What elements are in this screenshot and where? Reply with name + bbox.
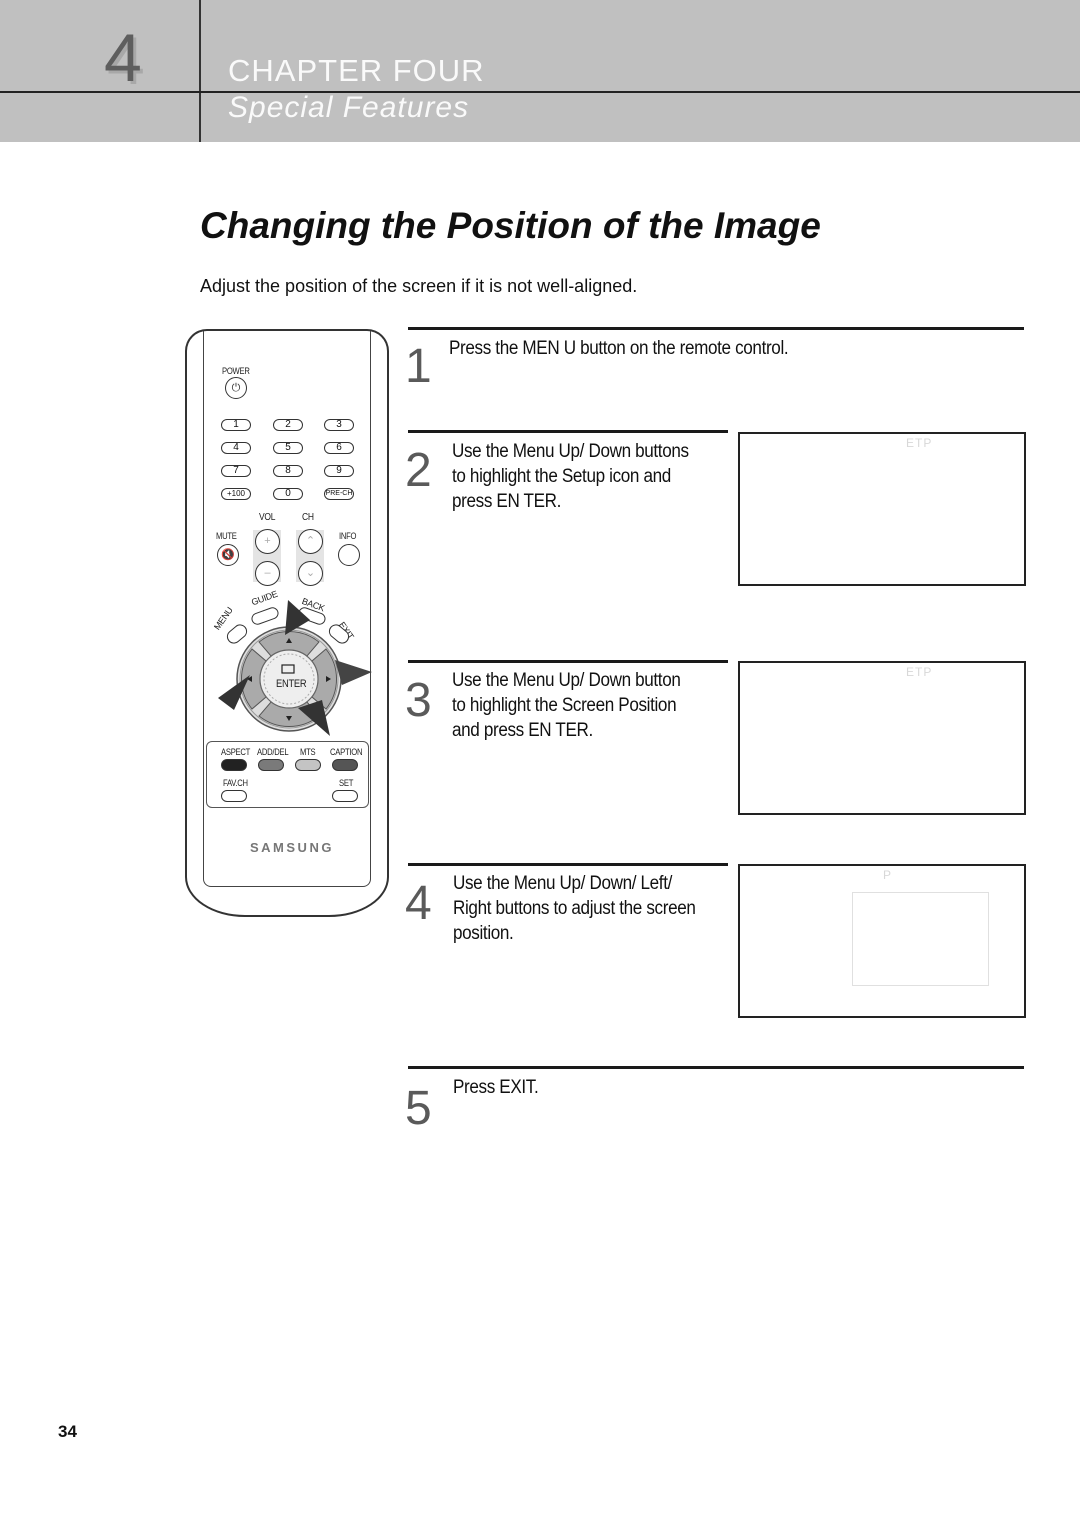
position-frame — [852, 892, 989, 986]
step-line: Right buttons to adjust the screen — [453, 898, 696, 919]
step-number: 4 — [405, 877, 432, 930]
step-line: to highlight the Setup icon and — [452, 466, 671, 487]
key-4: 4 — [221, 442, 251, 454]
step-line: Use the Menu Up/ Down buttons — [452, 441, 689, 462]
power-label: POWER — [222, 366, 250, 376]
header-horizontal-divider — [0, 91, 1080, 93]
key-2: 2 — [273, 419, 303, 431]
adddel-label: ADD/DEL — [257, 747, 289, 757]
vol-up-icon: + — [255, 529, 280, 554]
tv-screen-position-menu: ETP — [738, 661, 1026, 815]
step-text: Use the Menu Up/ Down button to highligh… — [452, 668, 681, 743]
key-6: 6 — [324, 442, 354, 454]
favch-label: FAV.CH — [223, 778, 248, 788]
step-divider — [408, 863, 728, 866]
step-line: Use the Menu Up/ Down button — [452, 670, 681, 691]
step-text: Press EXIT. — [453, 1075, 539, 1100]
power-icon: ⏻ — [231, 382, 241, 394]
step-number: 2 — [405, 444, 432, 497]
step-line: and press EN TER. — [452, 720, 593, 741]
screen-menu-label: ETP — [906, 665, 933, 679]
mts-label: MTS — [300, 747, 316, 757]
mts-button — [295, 759, 321, 771]
chapter-subtitle: Special Features — [228, 91, 470, 124]
caption-button — [332, 759, 358, 771]
chapter-number: 4 — [104, 20, 142, 96]
chapter-header: 4 CHAPTER FOUR Special Features — [0, 0, 1080, 142]
page-title: Changing the Position of the Image — [200, 205, 821, 246]
vol-down-icon: – — [255, 561, 280, 586]
set-button — [332, 790, 358, 802]
step-number: 3 — [405, 674, 432, 727]
step-divider — [408, 660, 728, 663]
info-button — [338, 544, 360, 566]
brand-logo: SAMSUNG — [250, 840, 334, 855]
step-number: 1 — [405, 340, 432, 393]
step-line: Press the MEN U button on the remote con… — [449, 338, 789, 359]
key-pre-ch: PRE-CH — [324, 488, 354, 500]
mute-label: MUTE — [216, 531, 237, 541]
vol-label: VOL — [259, 512, 276, 523]
step-number: 5 — [405, 1082, 432, 1135]
key-8: 8 — [273, 465, 303, 477]
key-9: 9 — [324, 465, 354, 477]
step-text: Press the MEN U button on the remote con… — [449, 336, 789, 361]
screen-menu-label: P — [883, 868, 893, 882]
favch-button — [221, 790, 247, 802]
power-button: ⏻ — [225, 377, 247, 399]
aspect-label: ASPECT — [221, 747, 251, 757]
step-line: to highlight the Screen Position — [452, 695, 677, 716]
caption-label: CAPTION — [330, 747, 363, 757]
pointer-arrows — [218, 600, 372, 736]
key-0: 0 — [273, 488, 303, 500]
page-number: 34 — [58, 1422, 77, 1441]
header-vertical-divider — [199, 0, 201, 142]
step-line: press EN TER. — [452, 491, 562, 512]
step-line: Use the Menu Up/ Down/ Left/ — [453, 873, 672, 894]
ch-label: CH — [302, 512, 314, 523]
key-3: 3 — [324, 419, 354, 431]
set-label: SET — [339, 778, 354, 788]
ch-up-icon: ⌃ — [298, 529, 323, 554]
step-divider — [408, 327, 1024, 330]
tv-screen-setup: ETP — [738, 432, 1026, 586]
step-divider — [408, 1066, 1024, 1069]
info-label: INFO — [339, 531, 357, 541]
key-plus100: +100 — [221, 488, 251, 500]
step-text: Use the Menu Up/ Down buttons to highlig… — [452, 439, 689, 514]
adddel-button — [258, 759, 284, 771]
tv-screen-adjust: P — [738, 864, 1026, 1018]
step-text: Use the Menu Up/ Down/ Left/ Right butto… — [453, 871, 696, 946]
key-5: 5 — [273, 442, 303, 454]
step-divider — [408, 430, 728, 433]
step-line: Press EXIT. — [453, 1077, 539, 1098]
key-1: 1 — [221, 419, 251, 431]
screen-menu-label: ETP — [906, 436, 933, 450]
key-7: 7 — [221, 465, 251, 477]
chapter-title: CHAPTER FOUR — [228, 53, 485, 88]
aspect-button — [221, 759, 247, 771]
intro-text: Adjust the position of the screen if it … — [200, 276, 638, 296]
mute-icon: 🔇 — [217, 544, 239, 566]
ch-down-icon: ⌄ — [298, 561, 323, 586]
step-line: position. — [453, 923, 514, 944]
